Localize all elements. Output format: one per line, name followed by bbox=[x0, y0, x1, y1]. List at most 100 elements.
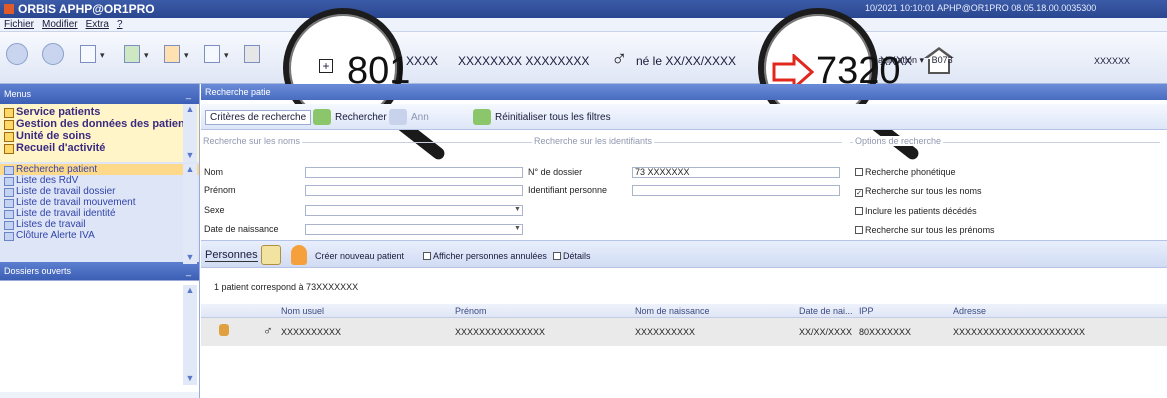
module-gestion-donnees[interactable]: Gestion des données des patien bbox=[0, 118, 199, 130]
patient-icon bbox=[219, 324, 229, 336]
search-icon[interactable] bbox=[313, 109, 331, 125]
app-icon bbox=[4, 4, 14, 14]
refresh-icon[interactable] bbox=[124, 45, 140, 63]
create-patient-button[interactable]: Créer nouveau patient bbox=[315, 251, 404, 261]
cancel-icon[interactable] bbox=[389, 109, 407, 125]
chevron-down-icon[interactable]: ▼ bbox=[514, 206, 521, 213]
toolbar: ▾ ▾ ▾ ▾ XXXX XXXXXXXX XXXXXXXX ♂ né le X… bbox=[0, 32, 1167, 84]
sexe-select[interactable] bbox=[305, 205, 523, 216]
menu-fichier[interactable]: Fichier bbox=[4, 19, 34, 30]
worklist-item-recherche-patient[interactable]: Recherche patient bbox=[0, 164, 199, 175]
show-cancelled-toggle[interactable]: Afficher personnes annulées bbox=[423, 251, 547, 261]
birth-date: né le XX/XX/XXXX bbox=[636, 54, 737, 68]
edit-icon[interactable] bbox=[244, 45, 260, 63]
identifiant-input[interactable] bbox=[632, 185, 840, 196]
search-button[interactable]: Rechercher bbox=[335, 112, 387, 123]
col-prenom[interactable]: Prénom bbox=[455, 306, 487, 316]
back-button[interactable] bbox=[6, 43, 28, 65]
patient-name: XXXXXXXX XXXXXXXX bbox=[458, 54, 590, 68]
option-decedes[interactable]: Inclure les patients décédés bbox=[855, 206, 977, 216]
menu-extra[interactable]: Extra bbox=[86, 19, 109, 30]
prenom-input[interactable] bbox=[305, 185, 523, 196]
nom-label: Nom bbox=[204, 167, 224, 177]
checkbox-icon[interactable] bbox=[855, 207, 863, 215]
scroll-up-icon[interactable]: ▲ bbox=[183, 285, 197, 297]
tab-criteres[interactable]: Critères de recherche bbox=[205, 110, 312, 125]
chevron-down-icon[interactable]: ▾ bbox=[184, 50, 189, 61]
window-title: ORBIS APHP@OR1PRO bbox=[18, 2, 155, 16]
menu-help[interactable]: ? bbox=[117, 19, 123, 30]
row-ipp: 80XXXXXXX bbox=[859, 327, 912, 337]
person-icon[interactable] bbox=[164, 45, 180, 63]
worklist-item-listes[interactable]: Listes de travail bbox=[0, 219, 199, 230]
row-adresse: XXXXXXXXXXXXXXXXXXXXXX bbox=[953, 327, 1086, 337]
col-nom-usuel[interactable]: Nom usuel bbox=[281, 306, 324, 316]
naissance-select[interactable] bbox=[305, 224, 523, 235]
worklist-scrollbar[interactable]: ▲ ▼ bbox=[183, 164, 197, 264]
scroll-up-icon[interactable]: ▲ bbox=[183, 164, 197, 176]
col-adresse[interactable]: Adresse bbox=[953, 306, 986, 316]
cancel-button[interactable]: Ann bbox=[411, 112, 429, 123]
dossier-input[interactable]: 73 XXXXXXX bbox=[632, 167, 840, 178]
row-date: XX/XX/XXXX bbox=[799, 327, 853, 337]
folder-icon[interactable] bbox=[261, 245, 281, 265]
reset-icon[interactable] bbox=[473, 109, 491, 125]
names-legend: Recherche sur les noms bbox=[201, 136, 303, 146]
result-count: 1 patient correspond à 73XXXXXXX bbox=[214, 282, 359, 292]
module-list: Service patients Gestion des données des… bbox=[0, 104, 199, 162]
scroll-down-icon[interactable]: ▼ bbox=[183, 150, 197, 162]
row-nom: XXXXXXXXXX bbox=[281, 327, 342, 337]
checkbox-icon[interactable] bbox=[423, 252, 431, 260]
module-service-patients[interactable]: Service patients bbox=[0, 106, 199, 118]
tab-personnes[interactable]: Personnes bbox=[205, 249, 258, 262]
scroll-up-icon[interactable]: ▲ bbox=[183, 104, 197, 116]
chevron-down-icon[interactable]: ▾ bbox=[144, 50, 149, 61]
prenom-label: Prénom bbox=[204, 185, 236, 195]
toolbar-right-placeholder: XXXXXX bbox=[1094, 56, 1131, 66]
option-tous-prenoms[interactable]: Recherche sur tous les prénoms bbox=[855, 225, 995, 235]
option-phonetique[interactable]: Recherche phonétique bbox=[855, 167, 956, 177]
option-tous-noms[interactable]: ✓ Recherche sur tous les noms bbox=[855, 186, 982, 197]
nom-input[interactable] bbox=[305, 167, 523, 178]
person-add-icon[interactable] bbox=[291, 245, 307, 265]
ids-legend: Recherche sur les identifiants bbox=[532, 136, 655, 146]
module-unite-soins[interactable]: Unité de soins bbox=[0, 130, 199, 142]
checkbox-icon[interactable] bbox=[855, 168, 863, 176]
criteria-toolbar: Critères de recherche Rechercher Ann Réi… bbox=[201, 104, 1167, 130]
patient-name-part: XXXX bbox=[406, 54, 439, 68]
male-icon: ♂ bbox=[611, 46, 628, 71]
worklist-item-dossier[interactable]: Liste de travail dossier bbox=[0, 186, 199, 197]
scroll-down-icon[interactable]: ▼ bbox=[183, 252, 197, 264]
col-nom-naissance[interactable]: Nom de naissance bbox=[635, 306, 710, 316]
module-scrollbar[interactable]: ▲ ▼ bbox=[183, 104, 197, 162]
details-toggle[interactable]: Détails bbox=[553, 251, 591, 261]
checkbox-icon[interactable] bbox=[855, 226, 863, 234]
col-date-naissance[interactable]: Date de nai... bbox=[799, 306, 853, 316]
globe-icon[interactable] bbox=[80, 45, 96, 63]
worklist: Recherche patient Liste des RdV Liste de… bbox=[0, 162, 199, 262]
title-right-info: 10/2021 10:10:01 APHP@OR1PRO 08.05.18.00… bbox=[865, 3, 1097, 13]
module-recueil-activite[interactable]: Recueil d'activité bbox=[0, 142, 199, 154]
chevron-down-icon[interactable]: ▼ bbox=[514, 225, 521, 232]
col-ipp[interactable]: IPP bbox=[859, 306, 874, 316]
reset-filters-button[interactable]: Réinitialiser tous les filtres bbox=[495, 112, 611, 123]
worklist-item-identite[interactable]: Liste de travail identité bbox=[0, 208, 199, 219]
worklist-item-cloture-iva[interactable]: Clôture Alerte IVA bbox=[0, 230, 199, 241]
title-bar: ORBIS APHP@OR1PRO 10/2021 10:10:01 APHP@… bbox=[0, 0, 1167, 18]
chevron-down-icon[interactable]: ▾ bbox=[224, 50, 229, 61]
male-icon: ♂ bbox=[263, 323, 273, 338]
forward-button[interactable] bbox=[42, 43, 64, 65]
chevron-down-icon[interactable]: ▾ bbox=[100, 50, 105, 61]
document-icon[interactable] bbox=[204, 45, 220, 63]
dossiers-scrollbar[interactable]: ▲ ▼ bbox=[183, 285, 197, 385]
worklist-item-mouvement[interactable]: Liste de travail mouvement bbox=[0, 197, 199, 208]
table-row[interactable]: ♂ XXXXXXXXXX XXXXXXXXXXXXXXX XXXXXXXXXX … bbox=[201, 318, 1167, 346]
left-panel: Menus _ Service patients Gestion des donn… bbox=[0, 84, 200, 398]
menu-modifier[interactable]: Modifier bbox=[42, 19, 78, 30]
checkbox-icon[interactable] bbox=[553, 252, 561, 260]
scroll-down-icon[interactable]: ▼ bbox=[183, 373, 197, 385]
checkbox-icon[interactable]: ✓ bbox=[855, 189, 863, 197]
main-header: Recherche patie bbox=[201, 84, 1167, 100]
dossier-label: N° de dossier bbox=[528, 167, 583, 177]
worklist-item-rdv[interactable]: Liste des RdV bbox=[0, 175, 199, 186]
